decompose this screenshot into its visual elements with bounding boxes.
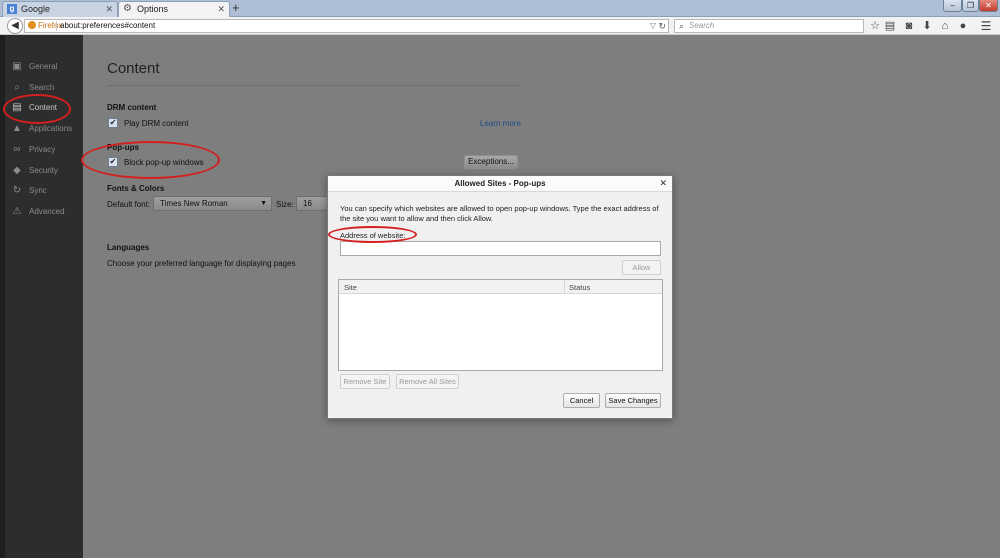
font-size-value: 16 <box>303 199 312 208</box>
popups-heading: Pop-ups <box>107 143 139 152</box>
allowed-sites-dialog: Allowed Sites - Pop-ups ✕ You can specif… <box>327 175 673 419</box>
menu-icon[interactable]: ☰ <box>979 19 993 33</box>
tab-options[interactable]: ⚙ Options ✕ <box>118 1 230 17</box>
dialog-description: You can specify which websites are allow… <box>340 204 659 223</box>
languages-heading: Languages <box>107 243 150 252</box>
allow-button[interactable]: Allow <box>622 260 661 275</box>
column-header-site[interactable]: Site <box>344 283 357 292</box>
exceptions-button[interactable]: Exceptions... <box>464 155 518 169</box>
pocket-icon[interactable]: ◙ <box>902 19 916 33</box>
font-size-select[interactable]: 16 <box>296 196 330 211</box>
sidebar-item-label: Advanced <box>29 207 65 216</box>
dropdown-arrow-icon: ▼ <box>260 200 267 207</box>
block-popups-checkbox[interactable]: ✔ <box>108 157 118 167</box>
sidebar-item-general[interactable]: ▣ General <box>0 57 83 77</box>
sync-icon: ↻ <box>12 185 22 196</box>
restore-button[interactable]: ❐ <box>962 0 979 12</box>
remove-site-button[interactable]: Remove Site <box>340 374 390 389</box>
window-close-button[interactable]: ✕ <box>979 0 998 12</box>
sidebar-item-privacy[interactable]: ∞ Privacy <box>0 140 83 160</box>
back-arrow-icon: ◀ <box>11 20 19 31</box>
applications-icon: ▲ <box>12 123 22 134</box>
sidebar-item-label: Content <box>29 103 58 112</box>
checkmark-icon: ✔ <box>109 157 117 166</box>
block-popups-label[interactable]: Block pop-up windows <box>124 158 204 167</box>
sidebar-item-label: Security <box>29 166 58 175</box>
minimize-button[interactable]: – <box>943 0 962 12</box>
sidebar-item-label: General <box>29 62 58 71</box>
close-icon[interactable]: ✕ <box>105 2 113 16</box>
tab-title: Options <box>137 4 169 14</box>
learn-more-link[interactable]: Learn more <box>480 119 521 128</box>
page-title: Content <box>107 60 160 77</box>
new-tab-button[interactable]: + <box>232 0 240 16</box>
table-header: Site Status <box>339 280 662 294</box>
tab-title: Google <box>21 4 51 14</box>
dialog-titlebar[interactable]: Allowed Sites - Pop-ups ✕ <box>328 176 672 192</box>
save-changes-button[interactable]: Save Changes <box>605 393 661 408</box>
tab-google[interactable]: g Google ✕ <box>2 1 118 17</box>
address-input[interactable] <box>340 241 661 256</box>
privacy-icon: ∞ <box>13 144 21 155</box>
url-text[interactable]: about:preferences#content <box>60 20 155 32</box>
size-label: Size: <box>276 200 294 209</box>
identity-label: Firefox <box>38 21 63 30</box>
chat-icon[interactable]: ● <box>956 19 970 33</box>
checkmark-icon: ✔ <box>109 118 117 127</box>
search-bar[interactable]: ⌕ Search <box>674 19 864 33</box>
default-font-value: Times New Roman <box>160 199 228 208</box>
sidebar-item-label: Applications <box>29 124 73 133</box>
reload-icon[interactable]: ↻ <box>658 20 666 32</box>
drm-heading: DRM content <box>107 103 157 112</box>
url-divider <box>56 21 57 31</box>
download-icon[interactable]: ⬇ <box>920 19 934 33</box>
sidebar-edge <box>0 35 5 558</box>
play-drm-checkbox[interactable]: ✔ <box>108 118 118 128</box>
sidebar-item-applications[interactable]: ▲ Applications <box>0 119 83 139</box>
security-icon: ◆ <box>13 165 21 176</box>
preferences-sidebar: ▣ General ⌕ Search ▤ Content ▲ Applicati… <box>0 35 83 558</box>
search-icon: ⌕ <box>14 82 20 93</box>
url-bar[interactable]: Firefox about:preferences#content ▽ ↻ <box>24 19 669 33</box>
fonts-heading: Fonts & Colors <box>107 184 165 193</box>
play-drm-label[interactable]: Play DRM content <box>124 119 188 128</box>
sidebar-item-label: Search <box>29 83 55 92</box>
identity-box[interactable]: Firefox <box>28 20 62 32</box>
column-divider <box>564 280 565 294</box>
content-icon: ▤ <box>12 102 22 113</box>
column-header-status[interactable]: Status <box>569 283 590 292</box>
dialog-title: Allowed Sites - Pop-ups <box>454 179 546 188</box>
advanced-icon: ⚠ <box>12 206 22 217</box>
sidebar-item-label: Sync <box>29 186 47 195</box>
back-button[interactable]: ◀ <box>7 18 23 34</box>
chevron-down-icon[interactable]: ▽ <box>650 20 656 32</box>
cancel-button[interactable]: Cancel <box>563 393 600 408</box>
sidebar-item-label: Privacy <box>29 145 56 154</box>
search-icon: ⌕ <box>679 21 685 31</box>
tab-strip: g Google ✕ ⚙ Options ✕ + – ❐ ✕ <box>0 0 1000 17</box>
title-divider <box>107 85 519 86</box>
sidebar-item-content[interactable]: ▤ Content <box>0 98 83 118</box>
search-placeholder: Search <box>689 21 715 30</box>
sidebar-item-sync[interactable]: ↻ Sync <box>0 181 83 201</box>
sidebar-item-search[interactable]: ⌕ Search <box>0 78 83 98</box>
gear-icon: ⚙ <box>123 3 132 14</box>
sites-table[interactable]: Site Status <box>338 279 663 371</box>
sidebar-item-security[interactable]: ◆ Security <box>0 161 83 181</box>
google-favicon-icon: g <box>7 4 17 14</box>
sidebar-item-advanced[interactable]: ⚠ Advanced <box>0 202 83 222</box>
languages-description: Choose your preferred language for displ… <box>107 259 296 268</box>
firefox-icon <box>28 21 36 29</box>
clipboard-icon[interactable]: ▤ <box>883 19 897 33</box>
star-icon[interactable]: ☆ <box>868 19 882 33</box>
default-font-label: Default font: <box>107 200 151 209</box>
close-icon[interactable]: ✕ <box>659 178 667 189</box>
default-font-select[interactable]: Times New Roman ▼ <box>153 196 272 211</box>
general-icon: ▣ <box>12 61 22 72</box>
close-icon[interactable]: ✕ <box>217 2 225 16</box>
navigation-bar: ◀ Firefox about:preferences#content ▽ ↻ … <box>0 17 1000 35</box>
address-label: Address of website: <box>340 231 406 240</box>
remove-all-sites-button[interactable]: Remove All Sites <box>396 374 459 389</box>
home-icon[interactable]: ⌂ <box>938 19 952 33</box>
